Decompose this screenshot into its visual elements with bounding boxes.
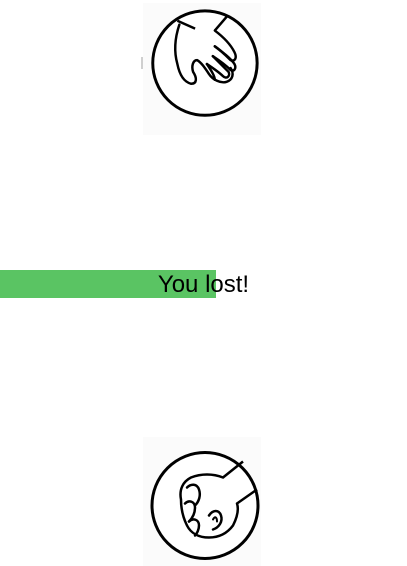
player-hand-card[interactable] (143, 437, 261, 566)
opponent-hand-card (143, 3, 261, 135)
game-screen: You lost! (0, 0, 407, 566)
rock-fist-icon (150, 451, 260, 560)
paper-hand-icon (151, 9, 259, 117)
result-message: You lost! (157, 271, 250, 298)
